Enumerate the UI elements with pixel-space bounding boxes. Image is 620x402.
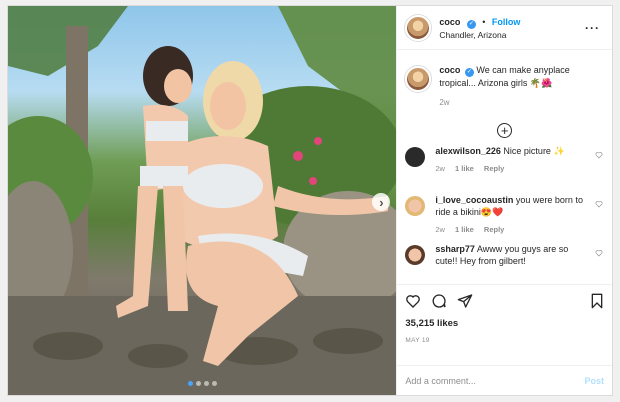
post-button[interactable]: Post [584,376,604,386]
comment-icon[interactable] [431,293,447,309]
caption-time: 2w [439,98,450,107]
comment-likes[interactable]: 1 like [455,225,474,234]
comment-item: ssharp77 Awww you guys are so cute!! Hey… [397,243,612,283]
post-modal: › coco ✓ • Follow Chandler, Arizona ··· [7,5,613,396]
carousel-dot [203,381,209,386]
comment-text: Nice picture ✨ [503,146,565,156]
photo-illustration [8,6,397,395]
header-username[interactable]: coco [439,17,460,27]
ellipsis-icon[interactable]: ··· [585,21,600,35]
carousel-dot [211,381,217,386]
avatar[interactable] [405,245,426,265]
avatar[interactable] [405,14,432,41]
add-comment-bar: Post [397,365,612,395]
comment-likes[interactable]: 1 like [455,164,474,173]
comment-input[interactable] [405,375,576,386]
post-sidebar: coco ✓ • Follow Chandler, Arizona ··· co… [396,6,612,395]
carousel-dot [195,381,201,386]
comment-username[interactable]: alexwilson_226 [435,146,501,156]
post-actions: 35,215 likes MAY 19 [397,284,612,360]
comment-time: 2w [435,164,445,173]
heart-icon[interactable] [405,293,421,309]
comment-time: 2w [435,225,445,234]
verified-icon: ✓ [464,68,474,77]
heart-icon[interactable] [595,151,603,159]
avatar[interactable] [405,196,426,216]
caption-username[interactable]: coco [439,65,460,75]
separator: • [482,16,486,27]
heart-icon[interactable] [595,249,603,257]
comment-username[interactable]: ssharp77 [435,244,475,254]
avatar[interactable] [405,147,426,167]
heart-icon[interactable] [595,200,603,208]
comment-item: i_love_cocoaustin you were born to ride … [397,194,612,243]
reply-button[interactable]: Reply [484,225,504,234]
post-header: coco ✓ • Follow Chandler, Arizona ··· [397,6,612,50]
comment-item: alexwilson_226 Nice picture ✨ 2w 1 like … [397,145,612,194]
follow-button[interactable]: Follow [492,17,521,27]
likes-count[interactable]: 35,215 likes [405,318,604,329]
post-photo[interactable]: › [8,6,397,395]
caption: coco ✓ We can make anyplace tropical... … [397,50,612,109]
post-date: MAY 19 [405,337,430,344]
plus-circle-icon[interactable]: + [497,122,513,138]
bookmark-icon[interactable] [590,293,604,309]
carousel-dots [8,381,396,386]
carousel-dot [187,381,193,386]
share-icon[interactable] [457,293,473,309]
comment-username[interactable]: i_love_cocoaustin [435,195,513,205]
avatar[interactable] [405,66,432,92]
verified-icon: ✓ [466,19,476,29]
reply-button[interactable]: Reply [484,164,504,173]
location-link[interactable]: Chandler, Arizona [439,29,520,42]
